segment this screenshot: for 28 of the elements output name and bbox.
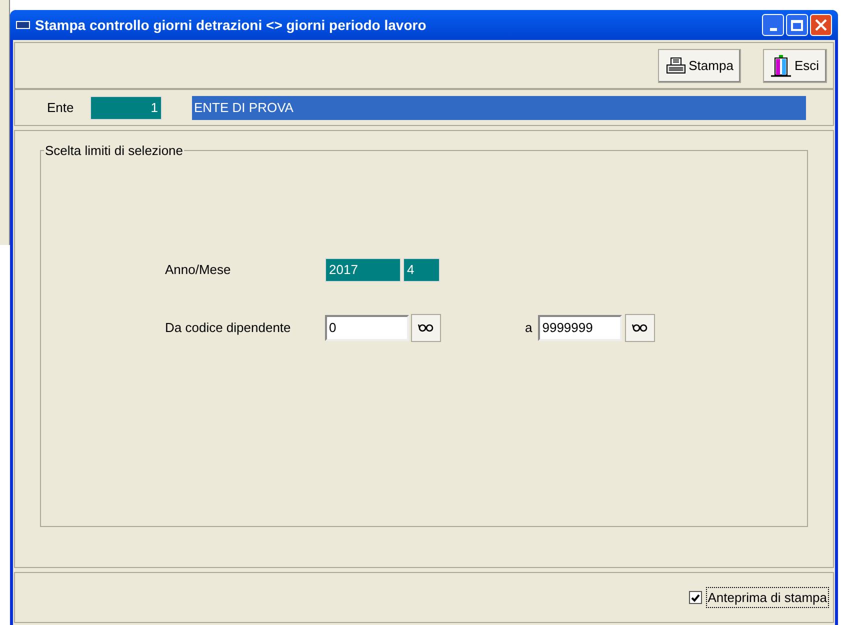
minimize-button[interactable] — [762, 14, 784, 36]
from-code-field[interactable]: 0 — [325, 314, 409, 340]
preview-checkbox[interactable] — [688, 591, 702, 604]
check-icon — [690, 594, 700, 602]
close-button[interactable] — [810, 14, 832, 36]
ente-code-field[interactable]: 1 — [90, 96, 162, 120]
glasses-icon — [418, 323, 434, 332]
month-field[interactable]: 4 — [403, 258, 440, 282]
lookup-button[interactable] — [411, 314, 441, 342]
to-label: a — [525, 318, 532, 337]
preview-label[interactable]: Anteprima di stampa — [706, 586, 829, 608]
toolbar-button[interactable]: Stampa — [658, 48, 742, 82]
year-field[interactable]: 2017 — [325, 258, 401, 282]
door-icon — [771, 54, 792, 76]
printer-icon — [666, 56, 686, 74]
to-code-field[interactable]: 9999999 — [538, 314, 622, 340]
anno-mese-label: Anno/Mese — [165, 260, 232, 279]
glasses-icon — [632, 323, 648, 332]
close-icon — [815, 19, 827, 31]
window-title: Stampa controllo giorni detrazioni <> giorni periodo lavoro — [35, 16, 426, 35]
codice-label: Da codice dipendente — [165, 318, 292, 337]
ente-name-field: ENTE DI PROVA — [192, 96, 806, 120]
toolbar-button[interactable]: Esci — [763, 48, 827, 82]
lookup-button[interactable] — [625, 314, 656, 342]
app-icon — [16, 21, 30, 29]
maximize-button[interactable] — [786, 14, 808, 36]
group-title: Scelta limiti di selezione — [44, 142, 184, 160]
ente-label: Ente — [47, 98, 75, 117]
